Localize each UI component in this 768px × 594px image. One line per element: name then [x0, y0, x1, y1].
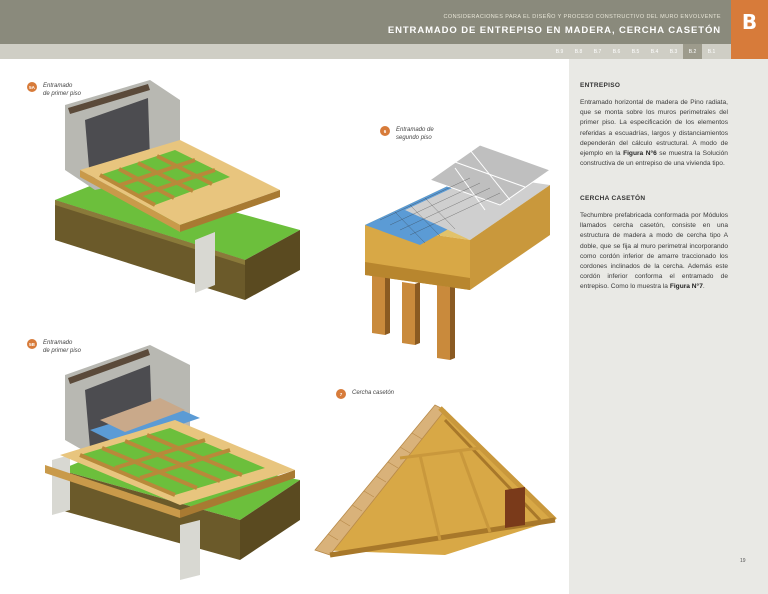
page-number: 19 [740, 558, 746, 564]
figure-number-badge: 5B [27, 339, 37, 349]
figure-caption: Entramado de primer piso [43, 339, 81, 355]
caption-line: de primer piso [43, 91, 82, 97]
entrepiso-heading: ENTREPISO [580, 82, 621, 89]
figure-caption: Cercha casetón [352, 389, 394, 397]
truss-illustration-7 [314, 404, 557, 558]
tab-b-4[interactable]: B.4 [645, 44, 664, 59]
caption-line: Entramado [43, 340, 73, 346]
illustrations [45, 80, 557, 580]
tab-b-6[interactable]: B.6 [607, 44, 626, 59]
paragraph-text: Entramado horizontal de madera de Pino r… [580, 99, 728, 158]
entrepiso-paragraph: Entramado horizontal de madera de Pino r… [580, 98, 728, 169]
tab-b-8[interactable]: B.8 [569, 44, 588, 59]
figure-caption: Entramado de primer piso [43, 82, 81, 98]
caption-line: Entramado [43, 83, 73, 89]
caption-line: segundo piso [396, 135, 432, 141]
figure-reference: Figura N°6 [623, 150, 657, 158]
tab-b-5[interactable]: B.5 [626, 44, 645, 59]
figure-number-badge: 7 [336, 389, 346, 399]
figure-5a-label: 5A Entramado de primer piso [27, 82, 81, 98]
caption-line: Cercha casetón [352, 390, 395, 396]
tab-b-1[interactable]: B.1 [702, 44, 721, 59]
cercha-paragraph: Techumbre prefabricada conformada por Mó… [580, 211, 728, 293]
paragraph-text: Techumbre prefabricada conformada por Mó… [580, 212, 728, 291]
text-sidebar: ENTREPISO Entramado horizontal de madera… [569, 59, 768, 594]
paragraph-text: . [702, 283, 705, 291]
second-floor-illustration-6 [365, 144, 552, 360]
tab-b-2[interactable]: B.2 [683, 44, 702, 59]
figure-number-badge: 5A [27, 82, 37, 92]
tab-b-7[interactable]: B.7 [588, 44, 607, 59]
cercha-heading: CERCHA CASETÓN [580, 195, 646, 202]
caption-line: Entramado de [396, 127, 434, 133]
figure-reference: Figura N°7 [669, 283, 703, 291]
section-tabs: B.9 B.8 B.7 B.6 B.5 B.4 B.3 B.2 B.1 [550, 44, 721, 59]
figure-5b-label: 5B Entramado de primer piso [27, 339, 81, 355]
figure-caption: Entramado de segundo piso [396, 126, 434, 142]
tab-b-3[interactable]: B.3 [664, 44, 683, 59]
figure-7-label: 7 Cercha casetón [336, 389, 394, 399]
caption-line: de primer piso [43, 348, 82, 354]
figure-number-badge: 6 [380, 126, 390, 136]
figure-6-label: 6 Entramado de segundo piso [380, 126, 434, 142]
floor-framing-illustration-5b [45, 345, 300, 580]
floor-framing-illustration-5a [55, 80, 300, 300]
section-badge: B [731, 0, 768, 59]
